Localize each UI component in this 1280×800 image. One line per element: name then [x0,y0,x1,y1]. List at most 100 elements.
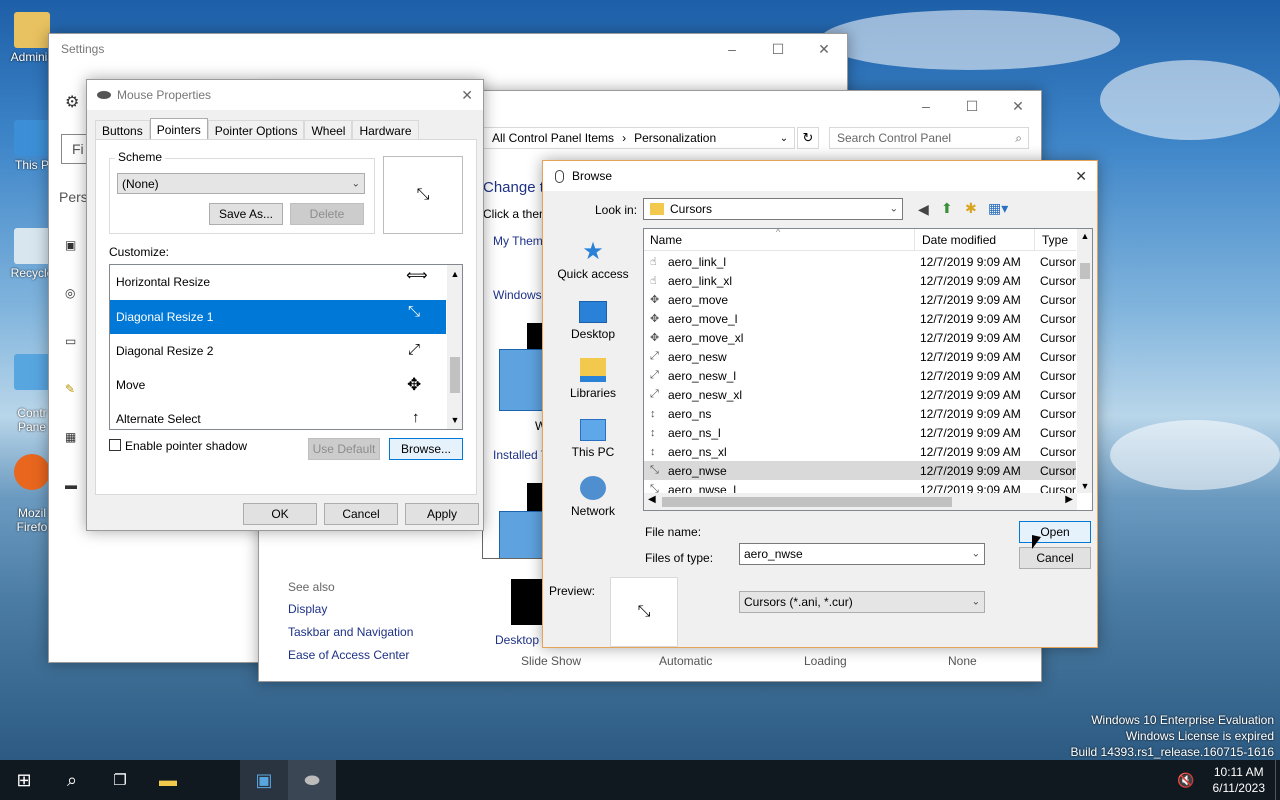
h-scroll-thumb[interactable] [662,497,952,507]
task-view-button[interactable]: ❐ [96,760,144,800]
tab-pointers[interactable]: Pointers [149,118,208,140]
clock[interactable]: 10:11 AM 6/11/2023 [1213,764,1266,796]
minimize-button[interactable]: – [709,34,755,64]
list-item-selected[interactable]: Diagonal Resize 1 ⤡ [110,300,446,334]
file-row[interactable]: ✥ aero_move_l 12/7/2019 9:09 AM Cursor [644,309,1076,328]
view-menu-icon[interactable]: ▦▾ [988,200,1008,217]
search-control-panel-input[interactable]: Search Control Panel ⌕ [829,127,1029,149]
scroll-up-icon[interactable]: ▲ [1077,231,1092,241]
refresh-icon[interactable]: ↻ [797,127,819,149]
delete-button[interactable]: Delete [290,203,364,225]
close-button[interactable]: ✕ [801,34,847,64]
start-icon[interactable]: ▦ [65,430,76,444]
maximize-button[interactable]: ☐ [755,34,801,64]
ease-of-access-link[interactable]: Ease of Access Center [288,648,409,662]
list-item[interactable]: Move ✥ [110,369,446,401]
list-item[interactable]: Diagonal Resize 2 ⤢ [110,335,446,367]
theme-thumb[interactable] [499,349,543,411]
scheme-select[interactable]: (None) ⌄ [117,173,365,194]
maximize-button[interactable]: ☐ [949,91,995,121]
horizontal-scrollbar[interactable]: ◀ ▶ [644,493,1077,510]
file-date: 12/7/2019 9:09 AM [920,463,1021,478]
file-date: 12/7/2019 9:09 AM [920,254,1021,269]
file-name-input[interactable]: aero_nwse ⌄ [739,543,985,565]
libraries-place[interactable]: Libraries [553,358,633,400]
desktop-background-thumb[interactable] [511,579,543,625]
cancel-button[interactable]: Cancel [1019,547,1091,569]
theme-thumb[interactable] [527,483,543,511]
file-row[interactable]: ↕ aero_ns_l 12/7/2019 9:09 AM Cursor [644,423,1076,442]
look-in-select[interactable]: Cursors ⌄ [643,198,903,220]
this-pc-place[interactable]: This PC [553,417,633,459]
show-desktop-button[interactable] [1275,760,1280,800]
theme-thumb[interactable] [527,323,543,351]
file-row[interactable]: ⤢ aero_nesw 12/7/2019 9:09 AM Cursor [644,347,1076,366]
scroll-down-icon[interactable]: ▼ [1077,481,1092,491]
close-button[interactable]: ✕ [995,91,1041,121]
open-button[interactable]: Open [1019,521,1091,543]
file-explorer-button[interactable]: ▬ [144,760,192,800]
apply-button[interactable]: Apply [405,503,479,525]
back-icon[interactable]: ◀ [918,201,929,218]
vertical-scrollbar[interactable]: ▲ ▼ [1077,229,1092,493]
scroll-up-icon[interactable]: ▲ [447,269,462,279]
file-row[interactable]: ⤢ aero_nesw_l 12/7/2019 9:09 AM Cursor [644,366,1076,385]
palette-icon[interactable]: ◎ [65,286,75,300]
network-place[interactable]: Network [553,476,633,518]
picture-icon[interactable]: ▣ [65,238,76,252]
use-default-button[interactable]: Use Default [308,438,380,460]
file-row[interactable]: ✥ aero_move_xl 12/7/2019 9:09 AM Cursor [644,328,1076,347]
list-item[interactable]: Alternate Select ↑ [110,403,446,429]
tab-buttons[interactable]: Buttons [95,120,150,140]
cancel-button[interactable]: Cancel [324,503,398,525]
scroll-left-icon[interactable]: ◀ [648,494,656,505]
pointer-list[interactable]: Horizontal Resize ⟺ Diagonal Resize 1 ⤡ … [109,264,463,430]
scroll-down-icon[interactable]: ▼ [447,415,462,425]
name-column-header[interactable]: Name [650,233,682,247]
desktop-background-link[interactable]: Desktop I [495,633,546,647]
taskbar-navigation-link[interactable]: Taskbar and Navigation [288,625,413,639]
mouse-properties-taskbar-button[interactable]: ⬬ [288,760,336,800]
taskbar-icon[interactable]: ▬ [65,478,77,492]
type-column-header[interactable]: Type [1042,233,1068,247]
minimize-button[interactable]: – [903,91,949,121]
close-icon[interactable]: ✕ [461,87,473,104]
file-row[interactable]: ☝ aero_link_xl 12/7/2019 9:09 AM Cursor [644,271,1076,290]
tab-pointer-options[interactable]: Pointer Options [207,120,305,140]
scroll-thumb[interactable] [450,357,460,393]
quick-access-place[interactable]: ★ Quick access [553,237,633,281]
display-link[interactable]: Display [288,602,327,616]
save-as-button[interactable]: Save As... [209,203,283,225]
chevron-down-icon[interactable]: ⌄ [774,133,794,144]
up-folder-icon[interactable]: ⬆ [941,200,953,217]
close-icon[interactable]: ✕ [1075,168,1087,185]
file-row[interactable]: ✥ aero_move 12/7/2019 9:09 AM Cursor [644,290,1076,309]
list-item[interactable]: Horizontal Resize ⟺ [110,266,446,298]
date-column-header[interactable]: Date modified [922,233,996,247]
desktop-place[interactable]: Desktop [553,299,633,341]
browse-button[interactable]: Browse... [389,438,463,460]
file-row[interactable]: ☝ aero_link_l 12/7/2019 9:09 AM Cursor [644,252,1076,271]
file-list[interactable]: Name ^ Date modified Type ☝ aero_link_l 12… [643,228,1093,511]
scroll-right-icon[interactable]: ▶ [1065,494,1073,505]
control-panel-taskbar-button[interactable]: ▣ [240,760,288,800]
scroll-thumb[interactable] [1080,263,1090,279]
scrollbar[interactable]: ▲ ▼ [447,265,462,429]
pointer-shadow-checkbox[interactable] [109,439,121,451]
address-bar[interactable]: All Control Panel Items › Personalizatio… [483,127,795,149]
file-row[interactable]: ↕ aero_ns_xl 12/7/2019 9:09 AM Cursor [644,442,1076,461]
new-folder-icon[interactable]: ✱ [965,200,977,217]
tab-wheel[interactable]: Wheel [304,120,353,140]
tab-hardware[interactable]: Hardware [352,120,419,140]
lock-screen-icon[interactable]: ▭ [65,334,76,348]
start-button[interactable]: ⊞ [0,760,48,800]
file-row[interactable]: ⤡ aero_nwse 12/7/2019 9:09 AM Cursor [644,461,1076,480]
volume-muted-icon[interactable]: 🔇 [1177,772,1194,789]
file-row[interactable]: ⤢ aero_nesw_xl 12/7/2019 9:09 AM Cursor [644,385,1076,404]
search-button[interactable]: ⌕ [48,760,96,800]
file-row[interactable]: ↕ aero_ns 12/7/2019 9:09 AM Cursor [644,404,1076,423]
file-type-select[interactable]: Cursors (*.ani, *.cur) ⌄ [739,591,985,613]
file-date: 12/7/2019 9:09 AM [920,292,1021,307]
ok-button[interactable]: OK [243,503,317,525]
themes-icon[interactable]: ✎ [65,382,75,396]
